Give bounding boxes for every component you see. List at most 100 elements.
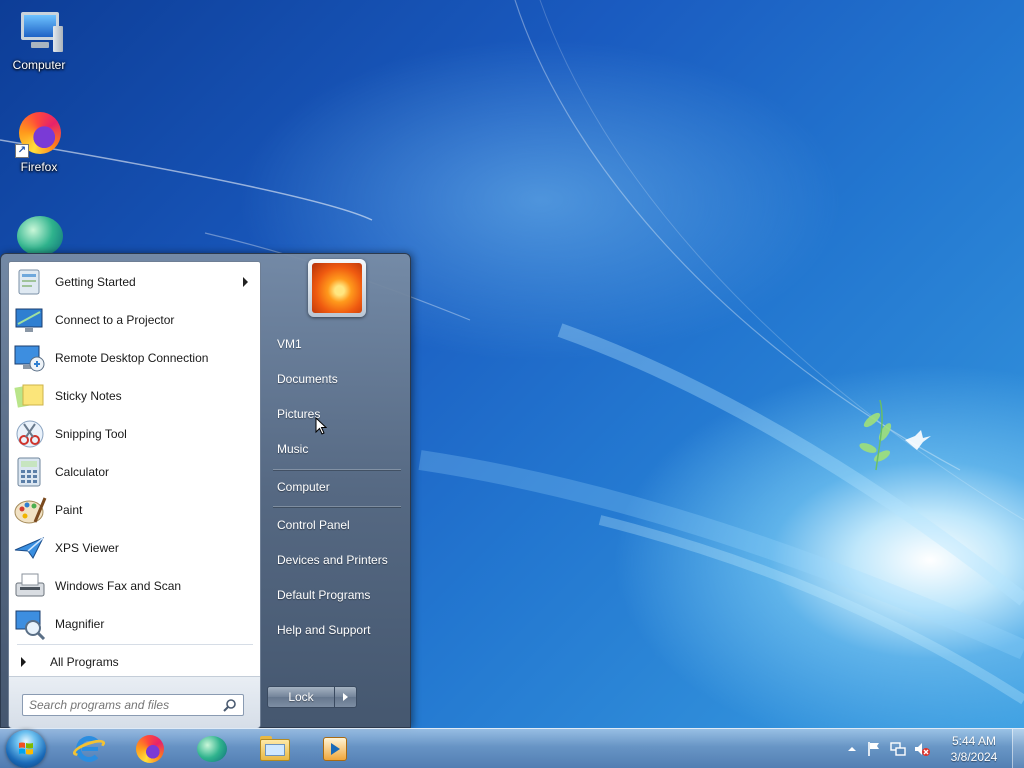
right-item-control-panel[interactable]: Control Panel <box>269 510 403 540</box>
snipping-tool-icon <box>13 418 47 450</box>
show-hidden-icons-icon[interactable] <box>844 741 860 757</box>
computer-icon <box>15 8 63 56</box>
right-item-user[interactable]: VM1 <box>269 329 403 359</box>
program-remote-desktop[interactable]: Remote Desktop Connection <box>11 339 258 377</box>
bird-decoration <box>905 430 931 450</box>
program-snipping-tool[interactable]: Snipping Tool <box>11 415 258 453</box>
taskbar-firefox[interactable] <box>123 731 177 767</box>
shutdown-group: Lock <box>267 686 357 708</box>
action-center-flag-icon[interactable] <box>866 741 882 757</box>
divider <box>273 506 401 507</box>
volume-muted-icon[interactable] <box>914 741 930 757</box>
power-options-button[interactable] <box>335 686 357 708</box>
right-item-label: Control Panel <box>277 518 350 532</box>
all-programs-arrow-icon <box>21 657 26 667</box>
start-menu-programs-pane: Getting Started Connect to a Projector R… <box>8 261 261 728</box>
right-item-pictures[interactable]: Pictures <box>269 399 403 429</box>
magnifier-icon <box>13 608 47 641</box>
windows-explorer-icon <box>259 734 290 764</box>
shortcut-arrow-icon: ↗ <box>15 144 29 158</box>
right-item-label: Help and Support <box>277 623 371 637</box>
xps-viewer-icon <box>13 532 47 564</box>
desktop-icon-label: Computer <box>12 58 66 72</box>
start-button[interactable] <box>6 730 46 768</box>
program-label: Calculator <box>55 465 110 479</box>
divider <box>17 644 253 645</box>
right-item-music[interactable]: Music <box>269 434 403 464</box>
submenu-arrow-icon <box>243 277 248 287</box>
program-getting-started[interactable]: Getting Started <box>11 263 258 301</box>
program-label: Windows Fax and Scan <box>55 579 182 593</box>
system-tray: 5:44 AM 3/8/2024 <box>840 729 1024 768</box>
desktop-icon-label: Firefox <box>20 160 58 174</box>
flower-avatar-icon <box>312 263 362 313</box>
leaf-decoration <box>859 399 892 471</box>
program-xps-viewer[interactable]: XPS Viewer <box>11 529 258 567</box>
program-label: Magnifier <box>55 617 105 631</box>
program-fax-scan[interactable]: Windows Fax and Scan <box>11 567 258 605</box>
program-magnifier[interactable]: Magnifier <box>11 605 258 643</box>
calculator-icon <box>13 456 47 488</box>
lock-label: Lock <box>288 690 314 704</box>
user-picture[interactable] <box>308 259 366 317</box>
program-label: Snipping Tool <box>55 427 127 441</box>
right-item-label: Music <box>277 442 309 456</box>
right-item-label: Devices and Printers <box>277 553 388 567</box>
fax-scan-icon <box>13 570 47 602</box>
program-paint[interactable]: Paint <box>11 491 258 529</box>
desktop-icon-computer[interactable]: Computer <box>0 8 78 72</box>
right-item-label: VM1 <box>277 337 302 351</box>
right-item-default-programs[interactable]: Default Programs <box>269 580 403 610</box>
taskbar-internet-explorer[interactable] <box>62 731 116 767</box>
program-label: Paint <box>55 503 83 517</box>
right-item-help-support[interactable]: Help and Support <box>269 615 403 645</box>
firefox-icon: ↗ <box>15 110 63 158</box>
network-icon[interactable] <box>890 741 906 757</box>
paint-icon <box>13 494 47 526</box>
right-item-label: Default Programs <box>277 588 371 602</box>
getting-started-icon <box>13 266 47 298</box>
all-programs-label: All Programs <box>50 655 119 669</box>
divider <box>273 469 401 470</box>
program-calculator[interactable]: Calculator <box>11 453 258 491</box>
show-desktop-button[interactable] <box>1012 729 1024 768</box>
bubble-app-icon <box>197 734 227 764</box>
mouse-cursor-icon <box>315 417 327 435</box>
right-item-devices-printers[interactable]: Devices and Printers <box>269 545 403 575</box>
clock[interactable]: 5:44 AM 3/8/2024 <box>940 733 1008 765</box>
program-label: Getting Started <box>55 275 136 289</box>
firefox-icon <box>135 734 165 764</box>
chevron-right-icon <box>343 693 348 701</box>
program-label: Sticky Notes <box>55 389 122 403</box>
program-label: Connect to a Projector <box>55 313 175 327</box>
search-bar <box>9 676 260 728</box>
internet-explorer-icon <box>70 734 108 764</box>
right-item-label: Computer <box>277 480 330 494</box>
taskbar-media-player[interactable] <box>308 731 362 767</box>
search-box[interactable] <box>22 694 244 716</box>
program-label: XPS Viewer <box>55 541 119 555</box>
search-input[interactable] <box>29 696 225 714</box>
taskbar-bubble-app[interactable] <box>185 731 239 767</box>
program-label: Remote Desktop Connection <box>55 351 209 365</box>
lock-button[interactable]: Lock <box>267 686 335 708</box>
sticky-notes-icon <box>13 380 47 412</box>
taskbar-windows-explorer[interactable] <box>247 731 301 767</box>
right-item-label: Pictures <box>277 407 321 421</box>
clock-date: 3/8/2024 <box>950 750 998 764</box>
right-item-computer[interactable]: Computer <box>269 472 403 502</box>
media-player-icon <box>320 734 350 764</box>
program-sticky-notes[interactable]: Sticky Notes <box>11 377 258 415</box>
right-item-label: Documents <box>277 372 338 386</box>
right-item-documents[interactable]: Documents <box>269 364 403 394</box>
desktop-icon-firefox[interactable]: ↗ Firefox <box>0 110 78 174</box>
projector-icon <box>13 304 47 336</box>
remote-desktop-icon <box>13 342 47 374</box>
windows-logo-icon <box>19 742 33 755</box>
search-icon[interactable] <box>223 698 237 712</box>
clock-time: 5:44 AM <box>951 734 997 748</box>
taskbar: 5:44 AM 3/8/2024 <box>0 728 1024 768</box>
all-programs-button[interactable]: All Programs <box>11 650 258 674</box>
start-menu: Getting Started Connect to a Projector R… <box>0 253 411 728</box>
program-connect-projector[interactable]: Connect to a Projector <box>11 301 258 339</box>
